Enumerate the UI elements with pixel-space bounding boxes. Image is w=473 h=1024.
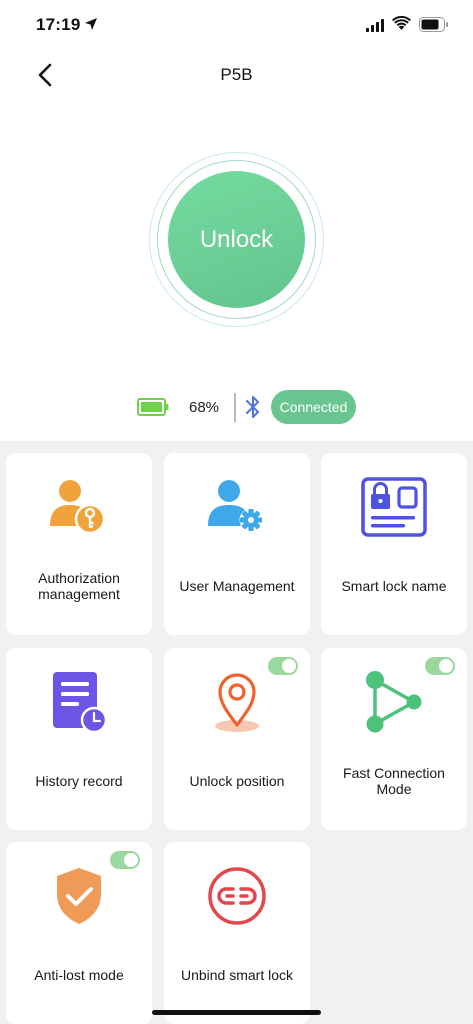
lock-battery-icon bbox=[137, 398, 169, 416]
page-title: P5B bbox=[220, 65, 253, 84]
card-label: Unlock position bbox=[189, 773, 285, 789]
status-bar: 17:19 bbox=[0, 0, 473, 50]
battery-percentage: 68% bbox=[189, 399, 220, 416]
id-card-lock-icon bbox=[361, 477, 427, 537]
wifi-icon bbox=[392, 16, 411, 30]
location-arrow-icon bbox=[85, 18, 97, 30]
user-key-icon bbox=[50, 480, 106, 535]
location-pin-icon bbox=[215, 673, 259, 732]
phone-battery-icon bbox=[419, 17, 448, 32]
card-label: Anti-lost mode bbox=[34, 967, 124, 983]
history-record-card[interactable]: History record bbox=[6, 648, 152, 830]
unlock-label: Unlock bbox=[199, 225, 274, 253]
unlock-button[interactable]: Unlock bbox=[168, 171, 305, 308]
document-clock-icon bbox=[53, 672, 108, 734]
unlink-icon bbox=[208, 867, 266, 925]
user-gear-icon bbox=[208, 480, 263, 532]
bluetooth-icon bbox=[246, 396, 259, 418]
anti-lost-mode-card[interactable]: Anti-lost mode bbox=[6, 842, 152, 1024]
connection-status-text: Connected bbox=[279, 399, 348, 415]
authorization-management-card[interactable]: Authorization management bbox=[6, 453, 152, 635]
card-label: Smart lock name bbox=[341, 578, 447, 594]
share-nodes-icon bbox=[366, 671, 422, 733]
card-label: Fast Connection Mode bbox=[343, 765, 445, 797]
card-label: Unbind smart lock bbox=[180, 967, 294, 983]
card-label: History record bbox=[35, 773, 123, 789]
cellular-signal-icon bbox=[366, 19, 384, 32]
fast-connection-mode-card[interactable]: Fast Connection Mode bbox=[321, 648, 467, 830]
status-divider bbox=[234, 393, 236, 422]
shield-check-icon bbox=[57, 868, 101, 924]
card-label: Authorization management bbox=[38, 570, 120, 602]
unbind-smart-lock-card[interactable]: Unbind smart lock bbox=[164, 842, 310, 1024]
user-management-card[interactable]: User Management bbox=[164, 453, 310, 635]
home-indicator[interactable] bbox=[152, 1010, 321, 1015]
smart-lock-name-card[interactable]: Smart lock name bbox=[321, 453, 467, 635]
card-label: User Management bbox=[179, 578, 295, 594]
status-time: 17:19 bbox=[36, 15, 81, 34]
connection-status-badge: Connected bbox=[271, 390, 356, 424]
unlock-position-card[interactable]: Unlock position bbox=[164, 648, 310, 830]
